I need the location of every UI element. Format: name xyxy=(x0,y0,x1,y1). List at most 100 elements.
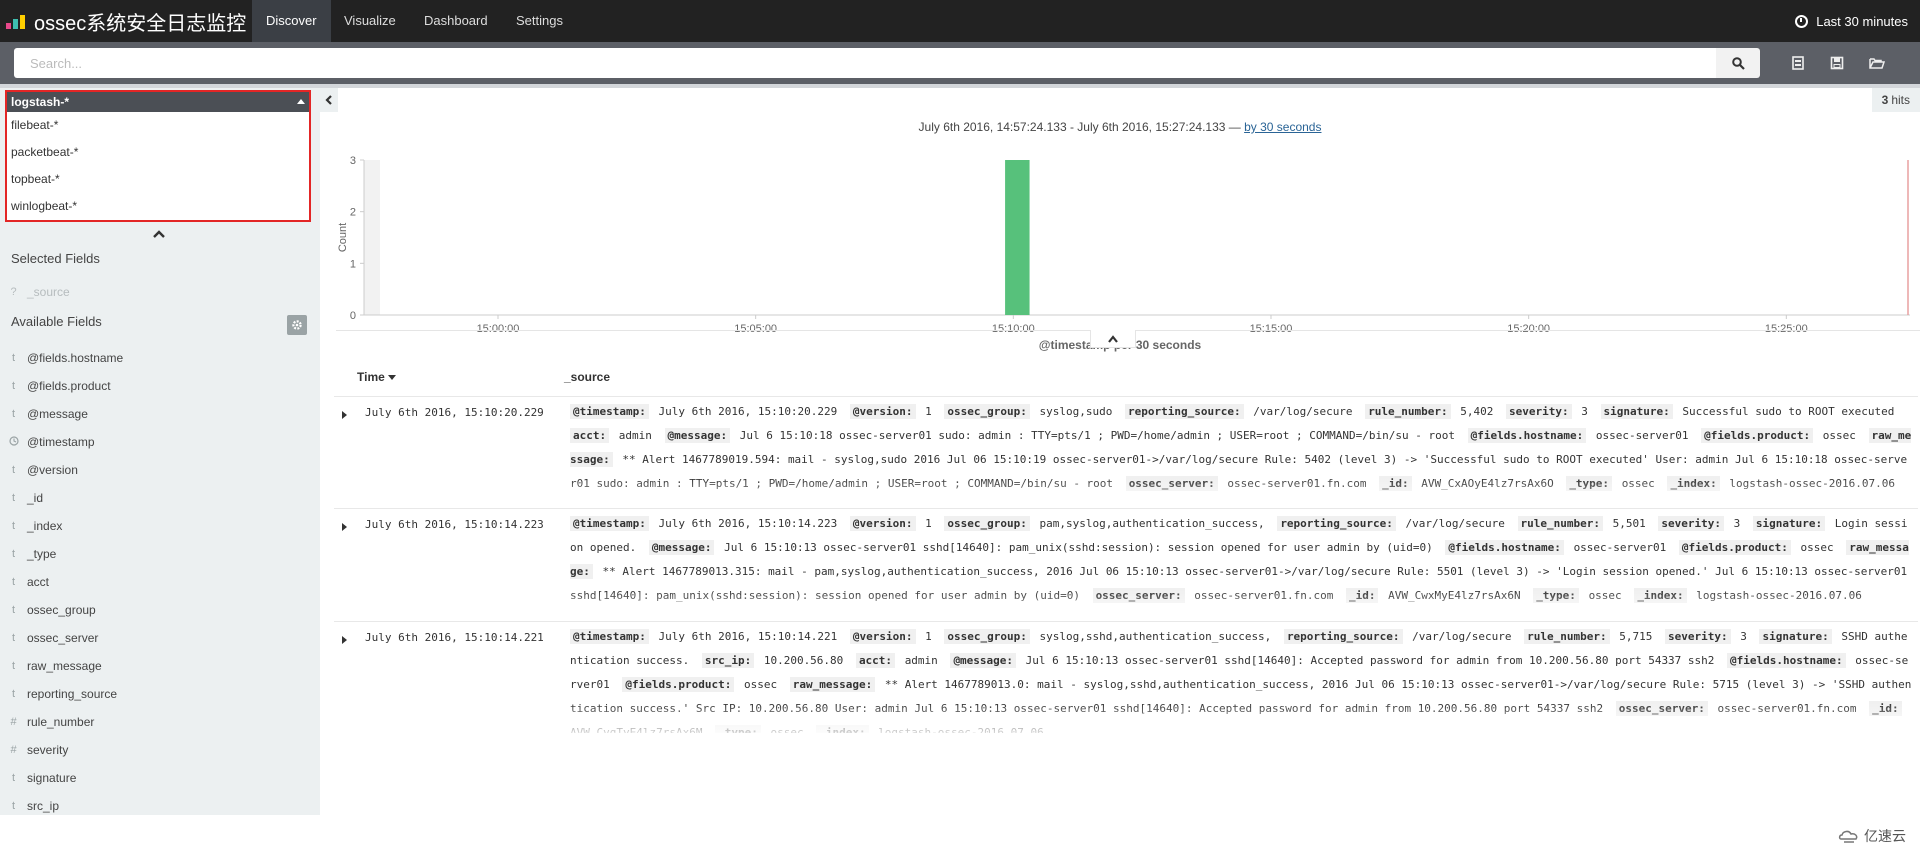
string-type-icon: t xyxy=(11,520,16,532)
index-pattern-selected[interactable]: logstash-* xyxy=(7,92,309,112)
source-field-key: signature: xyxy=(1752,516,1826,531)
source-field-key: acct: xyxy=(855,653,896,668)
field-item-rule-number[interactable]: # rule_number xyxy=(0,708,320,736)
toggle-chart-button[interactable] xyxy=(1090,330,1136,348)
source-field-key: severity: xyxy=(1664,629,1731,644)
string-type-icon: t xyxy=(11,576,16,588)
field-item-version[interactable]: t @version xyxy=(0,456,320,484)
row-source: @timestamp: July 6th 2016, 15:10:20.229 … xyxy=(570,400,1912,508)
source-field-value: July 6th 2016, 15:10:14.221 xyxy=(658,630,838,643)
source-field-key: @fields.hostname: xyxy=(1727,653,1846,668)
field-item-src-ip[interactable]: t src_ip xyxy=(0,792,320,820)
source-field-key: rule_number: xyxy=(1365,404,1451,419)
search-button[interactable] xyxy=(1716,48,1760,78)
field-item-index[interactable]: t _index xyxy=(0,512,320,540)
caret-right-icon[interactable] xyxy=(342,636,347,644)
row-time: July 6th 2016, 15:10:20.229 xyxy=(365,406,544,419)
table-row[interactable]: July 6th 2016, 15:10:14.221 @timestamp: J… xyxy=(334,621,1918,733)
source-field-value: Jul 6 15:10:13 ossec-server01 sshd[14640… xyxy=(1025,654,1715,667)
source-field-value: /var/log/secure xyxy=(1405,517,1505,530)
source-field-value: 3 xyxy=(1733,517,1741,530)
available-fields-heading: Available Fields xyxy=(11,314,102,329)
x-tick-label: 15:25:00 xyxy=(1765,323,1808,335)
y-tick-label: 1 xyxy=(350,258,356,270)
yisu-cloud-logo-icon xyxy=(1838,830,1858,843)
row-time: July 6th 2016, 15:10:14.221 xyxy=(365,631,544,644)
index-option-filebeat[interactable]: filebeat-* xyxy=(7,112,309,139)
column-header-time[interactable]: Time xyxy=(357,370,396,384)
field-item-fields-product[interactable]: t @fields.product xyxy=(0,372,320,400)
collapse-sidebar-button[interactable] xyxy=(320,88,338,112)
field-item-acct[interactable]: t acct xyxy=(0,568,320,596)
tab-visualize[interactable]: Visualize xyxy=(330,0,410,42)
string-type-icon: t xyxy=(11,800,16,812)
source-field-key: _id: xyxy=(1869,701,1902,716)
source-field-value: ossec xyxy=(1800,541,1834,554)
table-row[interactable]: July 6th 2016, 15:10:20.229 @timestamp: J… xyxy=(334,396,1918,508)
source-field-key: reporting_source: xyxy=(1125,404,1244,419)
open-search-icon[interactable] xyxy=(1868,54,1886,72)
field-item-source[interactable]: ? _source xyxy=(0,278,320,306)
caret-right-icon[interactable] xyxy=(342,411,347,419)
source-field-value: ossec xyxy=(1621,477,1655,490)
source-field-value: admin xyxy=(904,654,938,667)
search-input[interactable] xyxy=(14,48,1716,78)
string-type-icon: t xyxy=(11,604,16,616)
index-option-topbeat[interactable]: topbeat-* xyxy=(7,166,309,193)
source-field-value: 10.200.56.80 xyxy=(763,654,844,667)
field-item-signature[interactable]: t signature xyxy=(0,764,320,792)
source-field-value: 1 xyxy=(925,517,932,530)
field-item-label: reporting_source xyxy=(27,687,118,701)
field-item-label: _id xyxy=(27,491,44,505)
index-option-packetbeat[interactable]: packetbeat-* xyxy=(7,139,309,166)
field-item-timestamp[interactable]: @timestamp xyxy=(0,428,320,456)
caret-right-icon[interactable] xyxy=(342,523,347,531)
string-type-icon: t xyxy=(11,772,16,784)
source-field-key: ossec_server: xyxy=(1615,701,1708,716)
field-item-message[interactable]: t @message xyxy=(0,400,320,428)
clock-icon xyxy=(1795,14,1809,28)
table-row[interactable]: July 6th 2016, 15:10:14.223 @timestamp: J… xyxy=(334,508,1918,620)
source-field-value: ossec xyxy=(1588,589,1622,602)
field-item-label: @fields.hostname xyxy=(27,351,124,365)
source-field-key: @message: xyxy=(950,653,1017,668)
time-range-text: July 6th 2016, 14:57:24.133 - July 6th 2… xyxy=(918,120,1245,134)
field-settings-button[interactable] xyxy=(287,315,307,335)
string-type-icon: t xyxy=(11,380,16,392)
tab-dashboard[interactable]: Dashboard xyxy=(410,0,502,42)
source-field-key: @fields.product: xyxy=(622,677,735,692)
source-field-key: @message: xyxy=(664,428,731,443)
column-header-source: _source xyxy=(564,370,611,384)
field-item-fields-hostname[interactable]: t @fields.hostname xyxy=(0,344,320,372)
string-type-icon: t xyxy=(11,492,16,504)
source-field-value: admin xyxy=(618,429,652,442)
field-item-ossec-group[interactable]: t ossec_group xyxy=(0,596,320,624)
interval-link[interactable]: by 30 seconds xyxy=(1244,120,1321,134)
brand[interactable]: ossec系统安全日志监控 xyxy=(0,0,252,42)
field-item-reporting-source[interactable]: t reporting_source xyxy=(0,680,320,708)
field-item-ossec-server[interactable]: t ossec_server xyxy=(0,624,320,652)
save-search-icon[interactable] xyxy=(1828,54,1846,72)
source-field-value: ossec xyxy=(770,726,804,733)
field-item-severity[interactable]: # severity xyxy=(0,736,320,764)
string-type-icon: t xyxy=(11,688,16,700)
index-option-winlogbeat[interactable]: winlogbeat-* xyxy=(7,193,309,220)
source-field-key: severity: xyxy=(1506,404,1572,419)
source-field-key: severity: xyxy=(1658,516,1724,531)
time-picker[interactable]: Last 30 minutes xyxy=(1795,0,1908,42)
source-field-value: ossec-server01.fn.com xyxy=(1717,702,1857,715)
row-source: @timestamp: July 6th 2016, 15:10:14.223 … xyxy=(570,512,1912,620)
tab-settings[interactable]: Settings xyxy=(502,0,577,42)
tab-discover[interactable]: Discover xyxy=(252,0,331,42)
field-item-label: acct xyxy=(27,575,50,589)
y-axis-title: Count xyxy=(337,223,349,252)
unknown-type-icon: ? xyxy=(10,286,17,298)
new-search-icon[interactable] xyxy=(1789,54,1807,72)
index-pattern-dropdown[interactable]: logstash-* filebeat-* packetbeat-* topbe… xyxy=(5,90,311,222)
field-item-raw-message[interactable]: t raw_message xyxy=(0,652,320,680)
source-field-key: @fields.hostname: xyxy=(1467,428,1587,443)
chevron-up-icon[interactable] xyxy=(152,228,166,240)
field-item-type[interactable]: t _type xyxy=(0,540,320,568)
source-field-key: rule_number: xyxy=(1517,516,1603,531)
field-item-id[interactable]: t _id xyxy=(0,484,320,512)
